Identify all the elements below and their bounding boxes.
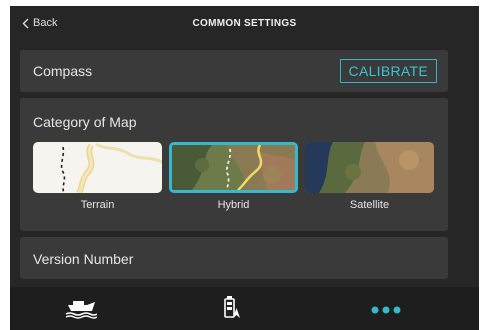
map-option-hybrid[interactable]: Hybrid	[169, 142, 298, 211]
header: Back COMMON SETTINGS	[10, 6, 479, 42]
satellite-thumbnail	[305, 142, 434, 193]
autopilot-icon[interactable]	[222, 295, 240, 324]
compass-label: Compass	[33, 63, 93, 79]
more-icon[interactable]	[371, 302, 401, 320]
calibrate-button[interactable]: CALIBRATE	[339, 59, 437, 83]
version-row[interactable]: Version Number	[20, 237, 448, 279]
compass-row: Compass CALIBRATE	[20, 50, 448, 92]
app-screen: Back COMMON SETTINGS Compass CALIBRATE C…	[10, 6, 479, 330]
map-option-label: Hybrid	[217, 199, 250, 211]
map-option-label: Terrain	[80, 199, 115, 211]
map-option-satellite[interactable]: Satellite	[305, 142, 434, 211]
map-option-terrain[interactable]: Terrain	[33, 142, 162, 211]
map-category-card: Category of Map Terrain Hybrid Satellite	[20, 98, 448, 231]
map-category-title: Category of Map	[33, 114, 137, 130]
version-label: Version Number	[33, 251, 134, 267]
bottom-nav	[10, 287, 479, 330]
page-title: COMMON SETTINGS	[192, 18, 297, 29]
boat-icon[interactable]	[65, 297, 98, 324]
map-option-label: Satellite	[349, 199, 390, 211]
hybrid-thumbnail	[169, 142, 298, 193]
terrain-thumbnail	[33, 142, 162, 193]
